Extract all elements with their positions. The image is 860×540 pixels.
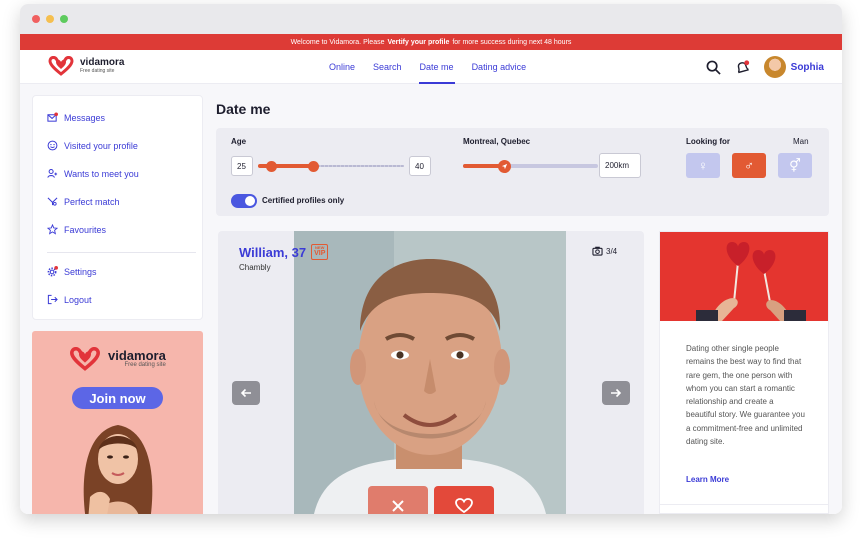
user-name: Sophia bbox=[790, 61, 824, 73]
photo-counter[interactable]: 3/4 bbox=[592, 246, 617, 256]
age-label: Age bbox=[231, 137, 247, 146]
sidebar-item-label: Visited your profile bbox=[64, 140, 138, 151]
both-toggle-button[interactable]: ⚥ bbox=[778, 153, 812, 178]
vip-badge: NEW VIP bbox=[311, 244, 329, 260]
transgender-icon: ⚥ bbox=[789, 157, 801, 173]
certified-label: Certified profiles only bbox=[262, 196, 345, 205]
previous-profile-button[interactable] bbox=[232, 381, 260, 405]
age-max-handle[interactable] bbox=[308, 161, 319, 172]
camera-icon bbox=[592, 246, 603, 256]
heart-lollipops-photo bbox=[660, 232, 828, 321]
top-navigation: vidamora Free dating site Online Search … bbox=[20, 50, 842, 84]
nav-online[interactable]: Online bbox=[320, 50, 364, 84]
sidebar-item-wants-to-meet[interactable]: Wants to meet you bbox=[47, 168, 139, 179]
sidebar-item-label: Settings bbox=[64, 266, 97, 277]
age-min-input[interactable]: 25 bbox=[231, 156, 253, 176]
photo-count: 3/4 bbox=[606, 246, 618, 256]
maximize-dot-icon[interactable] bbox=[60, 15, 68, 23]
heart-logo-icon bbox=[69, 347, 101, 371]
match-icon bbox=[47, 197, 58, 206]
ad-brand-name: vidamora bbox=[108, 348, 166, 363]
like-button[interactable] bbox=[434, 486, 494, 514]
brand-tagline: Free dating site bbox=[80, 68, 115, 74]
sidebar-item-settings[interactable]: Settings bbox=[47, 266, 97, 277]
user-avatar bbox=[763, 56, 786, 78]
logout-icon bbox=[47, 294, 58, 305]
profile-card: William, 37 NEW VIP Chambly 3/4 bbox=[218, 231, 644, 514]
page-title: Date me bbox=[216, 101, 271, 117]
sidebar-item-perfect-match[interactable]: Perfect match bbox=[47, 196, 120, 207]
profile-name-age: William, 37 bbox=[239, 244, 307, 260]
banner-verify-link[interactable]: Vertify your profile bbox=[387, 39, 449, 46]
notification-bell-icon[interactable] bbox=[735, 59, 750, 75]
promo-ad[interactable]: vidamora Free dating site Join now bbox=[32, 331, 203, 514]
sidebar-item-logout[interactable]: Logout bbox=[47, 294, 92, 305]
minimize-dot-icon[interactable] bbox=[46, 15, 54, 23]
sidebar-item-visited[interactable]: Visited your profile bbox=[47, 140, 138, 151]
arrow-right-icon bbox=[611, 388, 622, 398]
search-icon[interactable] bbox=[706, 60, 721, 75]
nav-dating-advice[interactable]: Dating advice bbox=[463, 50, 536, 84]
promo-text: Dating other single people remains the b… bbox=[686, 344, 805, 447]
profile-photo bbox=[294, 231, 566, 514]
browser-window: Welcome to Vidamora. Please Vertify your… bbox=[20, 4, 842, 514]
female-toggle-button[interactable]: ♀ bbox=[686, 153, 720, 178]
sidebar-menu: Messages Visited your profile Wants to m… bbox=[32, 95, 203, 320]
looking-for-label: Looking for bbox=[686, 137, 730, 146]
user-menu[interactable]: Sophia bbox=[763, 56, 824, 78]
close-dot-icon[interactable] bbox=[32, 15, 40, 23]
sidebar-item-label: Wants to meet you bbox=[64, 168, 139, 179]
mail-icon bbox=[47, 112, 58, 122]
smile-icon bbox=[47, 140, 58, 151]
sidebar-item-label: Logout bbox=[64, 294, 92, 305]
nav-search[interactable]: Search bbox=[364, 50, 411, 84]
location-label: Montreal, Quebec bbox=[463, 137, 531, 146]
profile-name: William, 37 NEW VIP bbox=[239, 244, 329, 260]
window-chrome bbox=[20, 4, 842, 34]
location-arrow-icon bbox=[501, 163, 507, 170]
sidebar-item-label: Favourites bbox=[64, 224, 107, 235]
gear-icon bbox=[47, 266, 58, 277]
distance-handle[interactable] bbox=[497, 160, 511, 173]
brand-logo[interactable]: vidamora Free dating site bbox=[46, 56, 124, 76]
close-icon bbox=[392, 500, 404, 512]
heart-icon bbox=[455, 498, 473, 514]
content-area: Messages Visited your profile Wants to m… bbox=[20, 84, 842, 514]
promo-divider bbox=[660, 504, 828, 505]
star-icon bbox=[47, 224, 58, 235]
vip-badge-label: VIP bbox=[314, 250, 326, 257]
sidebar-item-messages[interactable]: Messages bbox=[47, 112, 105, 123]
male-toggle-button[interactable]: ♂ bbox=[732, 153, 766, 178]
banner-text-after: for more success during next 48 hours bbox=[452, 38, 572, 46]
female-icon: ♀ bbox=[698, 158, 708, 173]
promo-card: Dating other single people remains the b… bbox=[659, 231, 829, 514]
ad-brand-logo: vidamora Free dating site bbox=[66, 347, 166, 371]
join-now-button[interactable]: Join now bbox=[72, 387, 163, 409]
certified-toggle[interactable] bbox=[231, 194, 257, 208]
ad-woman-photo bbox=[83, 425, 153, 514]
search-filters: Age 25 40 Montreal, Quebec 200km Looking… bbox=[216, 128, 829, 216]
learn-more-link[interactable]: Learn More bbox=[686, 475, 729, 484]
banner-text-before: Welcome to Vidamora. Please bbox=[290, 38, 385, 46]
sidebar-divider bbox=[47, 252, 196, 253]
heart-logo-icon bbox=[48, 56, 74, 76]
reject-button[interactable] bbox=[368, 486, 428, 514]
profile-city: Chambly bbox=[239, 263, 271, 272]
arrow-left-icon bbox=[240, 388, 251, 398]
age-min-handle[interactable] bbox=[266, 161, 277, 172]
next-profile-button[interactable] bbox=[602, 381, 630, 405]
distance-input[interactable]: 200km bbox=[599, 153, 641, 178]
age-max-input[interactable]: 40 bbox=[409, 156, 431, 176]
sidebar-item-favourites[interactable]: Favourites bbox=[47, 224, 106, 235]
looking-for-value: Man bbox=[793, 137, 809, 146]
sidebar-item-label: Perfect match bbox=[64, 196, 120, 207]
sidebar-item-label: Messages bbox=[64, 112, 106, 123]
brand-name: vidamora bbox=[80, 57, 125, 68]
nav-actions: Sophia bbox=[706, 50, 824, 84]
verify-banner: Welcome to Vidamora. Please Vertify your… bbox=[20, 34, 842, 50]
male-icon: ♂ bbox=[744, 158, 754, 173]
add-user-icon bbox=[47, 168, 58, 178]
nav-links: Online Search Date me Dating advice bbox=[320, 50, 535, 84]
nav-date-me[interactable]: Date me bbox=[411, 50, 463, 84]
